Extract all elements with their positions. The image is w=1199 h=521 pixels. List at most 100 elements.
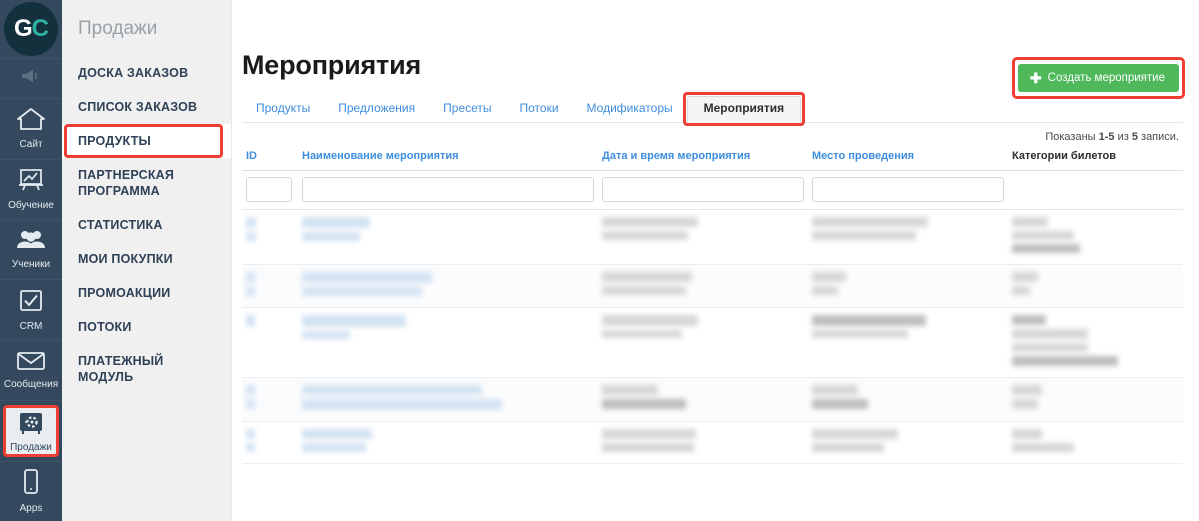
submenu-item-partner-program[interactable]: ПАРТНЕРСКАЯ ПРОГРАММА: [62, 158, 231, 208]
submenu-item-my-purchases[interactable]: МОИ ПОКУПКИ: [62, 242, 231, 276]
redacted-text-block: [302, 272, 432, 283]
secondary-sidebar: Продажи ДОСКА ЗАКАЗОВ СПИСОК ЗАКАЗОВ ПРО…: [62, 0, 231, 521]
tab-products[interactable]: Продукты: [242, 96, 324, 122]
filter-row: [242, 170, 1183, 210]
redacted-text-block: [812, 443, 884, 452]
megaphone-icon: [20, 69, 42, 88]
table-body: [242, 170, 1183, 210]
table-row[interactable]: [242, 307, 1183, 378]
redacted-text-block: [1012, 272, 1038, 282]
redacted-text-block: [246, 429, 255, 439]
redacted-text-block: [302, 287, 422, 296]
submenu-item-order-board[interactable]: ДОСКА ЗАКАЗОВ: [62, 56, 231, 90]
rail-item-apps[interactable]: Apps: [0, 460, 62, 521]
column-header-event-datetime[interactable]: Дата и время мероприятия: [598, 147, 808, 171]
checkbox-icon: [18, 289, 44, 318]
cell-event-datetime: [598, 377, 808, 422]
records-prefix: Показаны: [1045, 131, 1099, 143]
cell-event-datetime: [598, 421, 808, 464]
cell-venue: [808, 307, 1008, 378]
redacted-text-block: [602, 429, 696, 439]
logo-letter-c: C: [31, 15, 49, 43]
cell-event-name: [298, 421, 598, 464]
events-table: ID Наименование мероприятия Дата и время…: [242, 147, 1183, 464]
cell-event-name: [298, 264, 598, 308]
column-header-ticket-categories: Категории билетов: [1008, 147, 1183, 171]
redacted-text-block: [1012, 315, 1046, 325]
cell-id: [242, 209, 298, 265]
redacted-text-block: [602, 443, 694, 452]
submenu-label-partner-program: ПАРТНЕРСКАЯ ПРОГРАММА: [78, 168, 175, 198]
redacted-text-block: [812, 231, 916, 240]
redacted-text-block: [812, 429, 898, 439]
redacted-text-block: [246, 443, 255, 452]
submenu-item-products[interactable]: ПРОДУКТЫ: [62, 124, 231, 158]
filter-input-event-datetime[interactable]: [602, 177, 804, 202]
main-content: Мероприятия ✚ Создать мероприятие Продук…: [231, 0, 1199, 521]
redacted-text-block: [1012, 343, 1088, 352]
redacted-text-block: [302, 429, 372, 439]
submenu-item-promotions[interactable]: ПРОМОАКЦИИ: [62, 276, 231, 310]
redacted-text-block: [812, 399, 868, 409]
cell-ticket-categories: [1008, 377, 1183, 422]
tab-label-products: Продукты: [256, 101, 311, 115]
rail-item-sales[interactable]: Продажи: [0, 400, 62, 461]
redacted-text-block: [246, 315, 255, 327]
tab-modifiers[interactable]: Модификаторы: [573, 96, 687, 122]
create-event-button[interactable]: ✚ Создать мероприятие: [1011, 57, 1185, 99]
records-middle: из: [1114, 131, 1132, 143]
redacted-text-block: [602, 315, 698, 326]
submenu-label-promotions: ПРОМОАКЦИИ: [78, 286, 171, 300]
redacted-text-block: [812, 286, 838, 295]
cell-ticket-categories: [1008, 209, 1183, 265]
submenu-item-streams[interactable]: ПОТОКИ: [62, 310, 231, 344]
redacted-text-block: [812, 385, 858, 395]
submenu-label-statistics: СТАТИСТИКА: [78, 218, 163, 232]
redacted-text-block: [1012, 385, 1042, 395]
redacted-text-block: [602, 217, 698, 227]
tab-streams[interactable]: Потоки: [506, 96, 573, 122]
redacted-text-block: [302, 385, 482, 395]
tab-label-offers: Предложения: [338, 101, 416, 115]
redacted-text-block: [1012, 429, 1042, 439]
column-header-event-name[interactable]: Наименование мероприятия: [298, 147, 598, 171]
home-icon: [16, 107, 46, 136]
table-row[interactable]: [242, 209, 1183, 265]
cell-venue: [808, 264, 1008, 308]
rail-item-site[interactable]: Сайт: [0, 98, 62, 158]
rail-label-messages: Сообщения: [3, 378, 59, 390]
redacted-text-block: [812, 217, 928, 227]
rail-label-sales: Продажи: [10, 441, 52, 453]
rail-label-apps: Apps: [19, 502, 43, 514]
tab-presets[interactable]: Пресеты: [429, 96, 505, 122]
tab-events[interactable]: Мероприятия: [682, 92, 806, 126]
tab-offers[interactable]: Предложения: [324, 96, 429, 122]
submenu-item-payment-module[interactable]: ПЛАТЕЖНЫЙ МОДУЛЬ: [62, 344, 231, 394]
redacted-text-block: [246, 399, 255, 409]
table-rows-host: [242, 209, 1183, 464]
submenu-item-order-list[interactable]: СПИСОК ЗАКАЗОВ: [62, 90, 231, 124]
filter-input-id[interactable]: [246, 177, 292, 202]
rail-item-training[interactable]: Обучение: [0, 158, 62, 219]
redacted-text-block: [1012, 217, 1048, 227]
table-row[interactable]: [242, 421, 1183, 464]
submenu-item-statistics[interactable]: СТАТИСТИКА: [62, 208, 231, 242]
brand-logo[interactable]: GC: [0, 0, 62, 59]
rail-item-announcements[interactable]: [0, 58, 62, 98]
submenu-label-my-purchases: МОИ ПОКУПКИ: [78, 252, 173, 266]
column-header-venue[interactable]: Место проведения: [808, 147, 1008, 171]
logo-letter-g: G: [13, 15, 33, 43]
rail-item-students[interactable]: Ученики: [0, 218, 62, 279]
redacted-text-block: [1012, 286, 1030, 295]
column-header-id[interactable]: ID: [242, 147, 298, 171]
filter-input-event-name[interactable]: [302, 177, 594, 202]
redacted-text-block: [1012, 329, 1088, 339]
redacted-text-block: [812, 272, 846, 282]
table-row[interactable]: [242, 264, 1183, 308]
rail-item-messages[interactable]: Сообщения: [0, 339, 62, 400]
filter-input-venue[interactable]: [812, 177, 1004, 202]
table-row[interactable]: [242, 377, 1183, 422]
envelope-icon: [16, 351, 46, 376]
rail-item-crm[interactable]: CRM: [0, 279, 62, 339]
plus-icon: ✚: [1029, 70, 1042, 86]
